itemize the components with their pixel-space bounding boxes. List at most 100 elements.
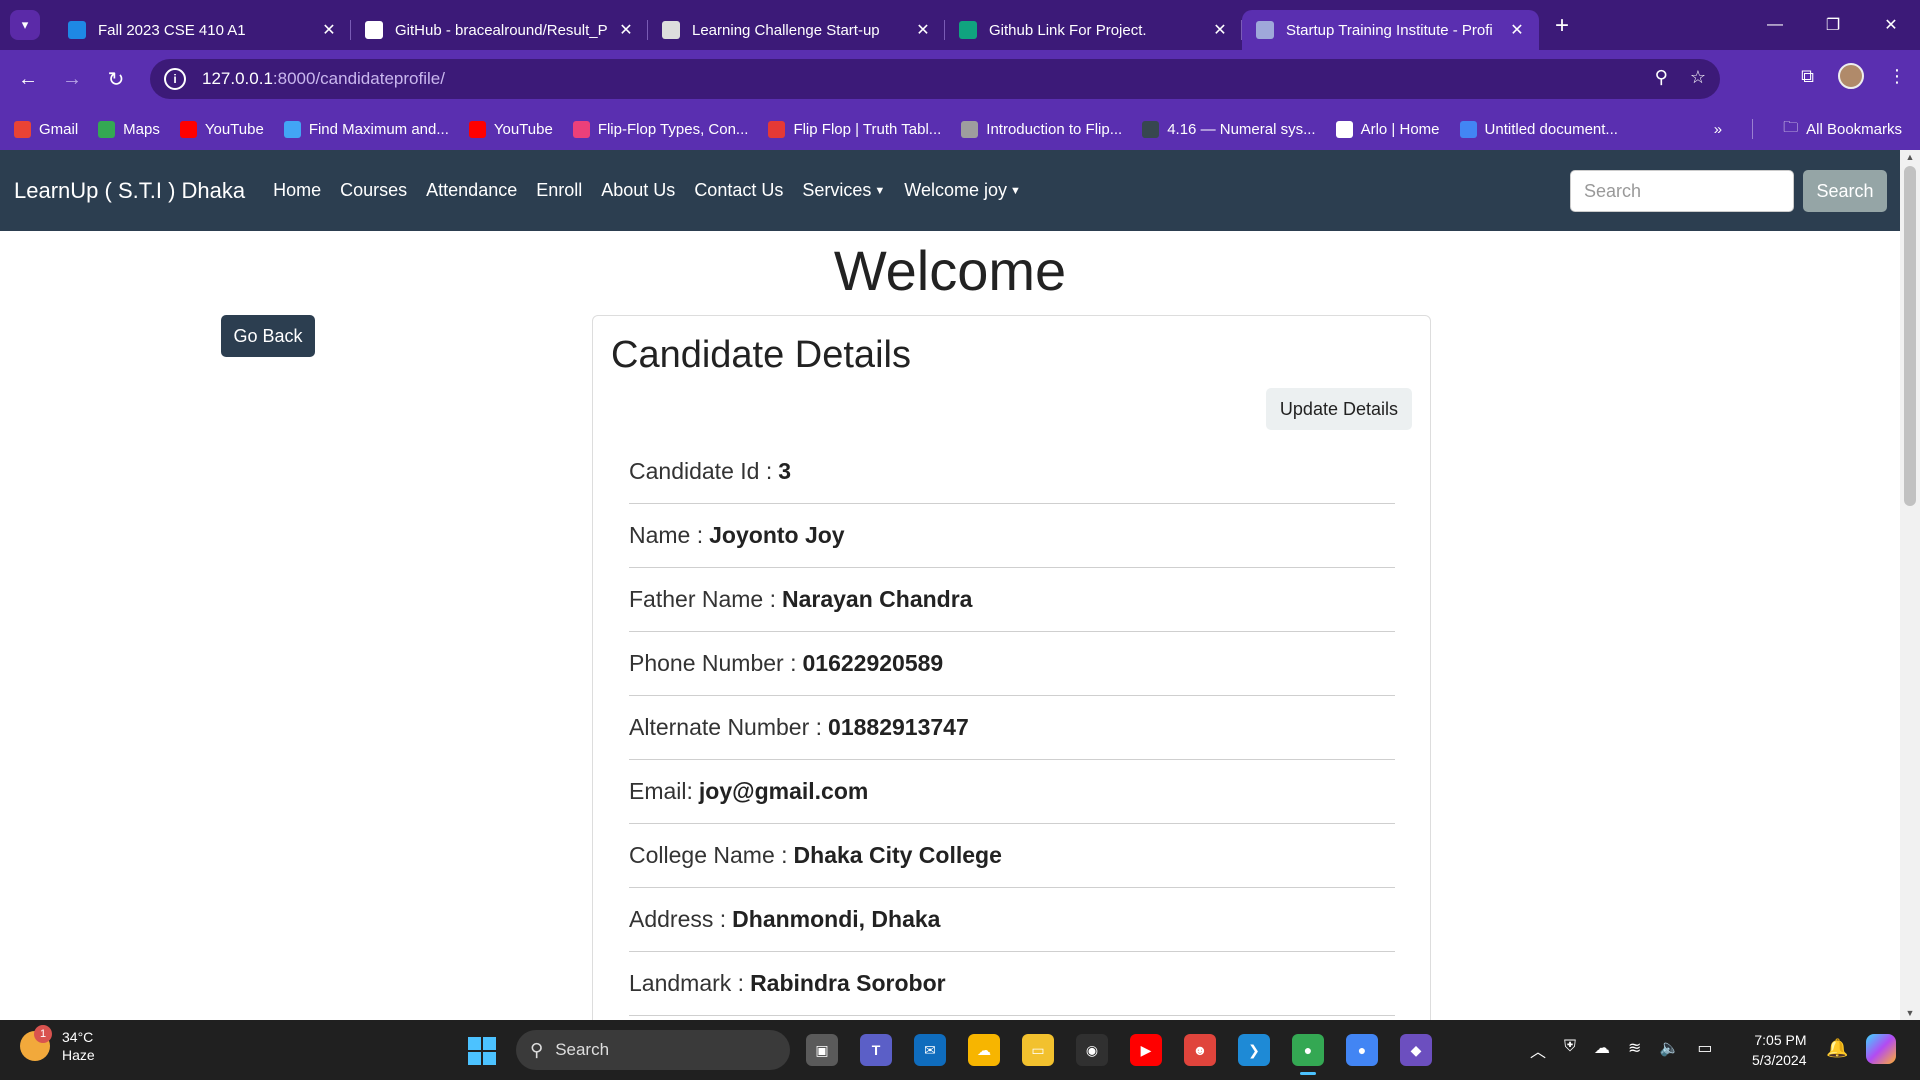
task-view-icon[interactable]: ▣ [806, 1034, 838, 1066]
update-details-button[interactable]: Update Details [1265, 388, 1412, 430]
bookmark-item[interactable]: Untitled document... [1459, 120, 1618, 138]
forward-button[interactable]: → [50, 68, 94, 91]
git-icon[interactable]: ◆ [1400, 1034, 1432, 1066]
more-bookmarks-icon[interactable]: » [1714, 121, 1722, 138]
bookmark-item[interactable]: Arlo | Home [1335, 120, 1440, 138]
weather-app-icon[interactable]: ☁ [968, 1034, 1000, 1066]
file-explorer-icon[interactable]: ▭ [1022, 1034, 1054, 1066]
details-list: Candidate Id :3 Name : Joyonto Joy Father N… [629, 440, 1395, 1016]
defender-icon[interactable]: ⛨ [1564, 1038, 1576, 1062]
nav-link-courses[interactable]: Courses [340, 180, 407, 201]
tab-search-button[interactable]: ▾ [10, 10, 40, 40]
close-tab-icon[interactable]: ✕ [1210, 20, 1230, 40]
bookmark-item[interactable]: Gmail [14, 120, 78, 138]
browser-tab[interactable]: Learning Challenge Start-up ✕ [648, 10, 945, 50]
weather-sun-icon: 1 [20, 1025, 52, 1061]
reload-button[interactable]: ↻ [94, 67, 138, 92]
web-page: LearnUp ( S.T.I ) Dhaka Home Courses Atten… [0, 150, 1900, 1020]
chrome-profile-icon[interactable]: ● [1346, 1034, 1378, 1066]
bookmark-item[interactable]: Flip Flop | Truth Tabl... [768, 120, 941, 138]
nav-user-label: Welcome joy [904, 180, 1007, 200]
game-icon[interactable]: ☻ [1184, 1034, 1216, 1066]
book-icon [1142, 120, 1160, 138]
bookmark-label: Introduction to Flip... [986, 120, 1123, 138]
new-tab-button[interactable]: + [1555, 12, 1569, 40]
bookmark-item[interactable]: Flip-Flop Types, Con... [572, 120, 749, 138]
detail-value: Dhanmondi, Dhaka [732, 906, 941, 932]
candidate-card: Candidate Details Update Details Candida… [592, 315, 1431, 1020]
bookmark-item[interactable]: YouTube [468, 120, 553, 138]
volume-icon[interactable]: 🔈 [1659, 1038, 1679, 1062]
chrome-icon[interactable]: ● [1292, 1034, 1324, 1075]
bookmarks-divider [1752, 119, 1754, 139]
onedrive-icon[interactable]: ☁ [1594, 1038, 1610, 1062]
nav-link-about-us[interactable]: About Us [601, 180, 675, 201]
bookmark-label: Flip-Flop Types, Con... [597, 120, 749, 138]
site-brand[interactable]: LearnUp ( S.T.I ) Dhaka [14, 178, 245, 204]
browser-tab[interactable]: Startup Training Institute - Profi ✕ [1242, 10, 1539, 50]
scroll-up-icon[interactable]: ▲ [1900, 152, 1920, 162]
close-tab-icon[interactable]: ✕ [913, 20, 933, 40]
bookmark-label: YouTube [204, 120, 264, 138]
restore-button[interactable]: ❐ [1804, 0, 1862, 50]
menu-icon[interactable]: ⋮ [1888, 66, 1906, 87]
scroll-down-icon[interactable]: ▼ [1900, 1008, 1920, 1018]
mail-icon[interactable]: ✉ [914, 1034, 946, 1066]
site-info-icon[interactable]: i [164, 68, 186, 90]
extensions-icon[interactable]: ⧉ [1801, 66, 1814, 87]
zoom-icon[interactable]: ⚲ [1655, 67, 1668, 88]
nav-link-attendance[interactable]: Attendance [426, 180, 517, 201]
page-scrollbar[interactable]: ▲ ▼ [1900, 150, 1920, 1020]
profile-avatar[interactable] [1838, 63, 1864, 89]
copilot-icon[interactable] [1866, 1034, 1896, 1064]
minimize-button[interactable]: — [1746, 0, 1804, 50]
bookmark-star-icon[interactable]: ☆ [1690, 67, 1706, 88]
address-bar[interactable]: i 127.0.0.1:8000/candidateprofile/ ⚲ ☆ [150, 59, 1720, 99]
obs-icon[interactable]: ◉ [1076, 1034, 1108, 1066]
all-bookmarks[interactable]: 🗀 All Bookmarks [1783, 117, 1902, 142]
nav-user-dropdown[interactable]: Welcome joy ▼ [904, 180, 1021, 201]
nav-services-dropdown[interactable]: Services ▼ [802, 180, 885, 201]
detail-row: Alternate Number :01882913747 [629, 696, 1395, 760]
wifi-icon[interactable]: ≋ [1628, 1038, 1641, 1062]
weather-widget[interactable]: 1 34°C Haze [20, 1025, 95, 1064]
clock[interactable]: 7:05 PM 5/3/2024 [1752, 1030, 1807, 1070]
browser-tab[interactable]: Github Link For Project. ✕ [945, 10, 1242, 50]
detail-value: Joyonto Joy [709, 522, 845, 548]
nav-link-enroll[interactable]: Enroll [536, 180, 582, 201]
scroll-thumb[interactable] [1904, 166, 1916, 506]
start-button[interactable] [468, 1037, 496, 1065]
classroom-icon [68, 21, 86, 39]
battery-icon[interactable]: ▭ [1697, 1038, 1712, 1062]
tray-expand-icon[interactable]: ︿ [1530, 1038, 1546, 1062]
detail-label: Father Name : [629, 586, 776, 612]
back-button[interactable]: ← [6, 68, 50, 91]
site-search-button[interactable]: Search [1803, 170, 1887, 212]
browser-tab[interactable]: GitHub - bracealround/Result_P ✕ [351, 10, 648, 50]
vscode-icon[interactable]: ❯ [1238, 1034, 1270, 1066]
weather-condition: Haze [62, 1047, 95, 1063]
bookmark-item[interactable]: Introduction to Flip... [961, 120, 1123, 138]
detail-label: Email: [629, 778, 693, 804]
tab-title: Github Link For Project. [989, 21, 1147, 39]
youtube-app-icon[interactable]: ▶ [1130, 1034, 1162, 1066]
teams-icon[interactable]: T [860, 1034, 892, 1066]
close-tab-icon[interactable]: ✕ [1507, 20, 1527, 40]
close-tab-icon[interactable]: ✕ [319, 20, 339, 40]
nav-link-home[interactable]: Home [273, 180, 321, 201]
globe-icon [1256, 21, 1274, 39]
close-tab-icon[interactable]: ✕ [616, 20, 636, 40]
notification-bell-icon[interactable]: 🔔 [1826, 1038, 1848, 1059]
bookmark-item[interactable]: Find Maximum and... [283, 120, 449, 138]
detail-row: Landmark : Rabindra Sorobor [629, 952, 1395, 1016]
site-search-input[interactable]: Search [1570, 170, 1794, 212]
go-back-button[interactable]: Go Back [221, 315, 315, 357]
nav-link-contact-us[interactable]: Contact Us [694, 180, 783, 201]
close-window-button[interactable]: ✕ [1862, 0, 1920, 50]
taskbar-search[interactable]: ⚲ Search [516, 1030, 790, 1070]
bookmark-item[interactable]: 4.16 — Numeral sys... [1142, 120, 1316, 138]
browser-tab[interactable]: Fall 2023 CSE 410 A1 ✕ [54, 10, 351, 50]
bookmark-item[interactable]: YouTube [179, 120, 264, 138]
bookmark-item[interactable]: Maps [98, 120, 160, 138]
youtube-icon [468, 120, 486, 138]
